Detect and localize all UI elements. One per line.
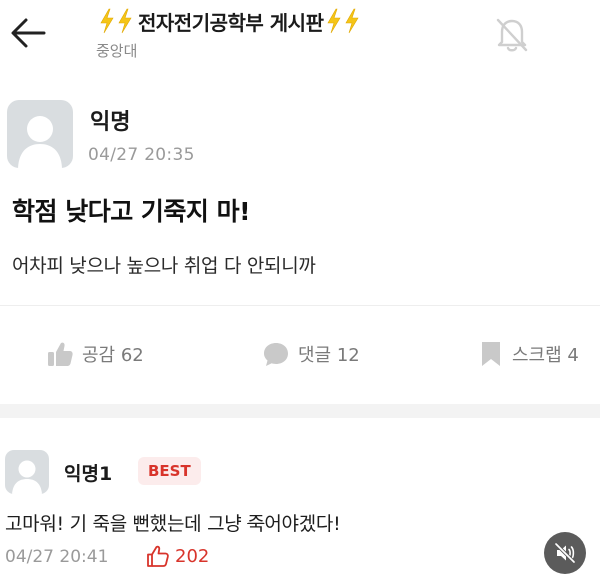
author-avatar[interactable]: [7, 100, 73, 168]
comment-text: 고마워! 기 죽을 뻔했는데 그냥: [5, 513, 248, 535]
comment-date: 04/27 20:41: [5, 547, 109, 567]
comment-count: 댓글 12: [298, 345, 360, 366]
notification-toggle-button[interactable]: [490, 12, 534, 56]
mute-toggle-button[interactable]: [544, 532, 586, 574]
comment-button[interactable]: 댓글 12: [262, 340, 360, 368]
scrap-button[interactable]: 스크랩 4: [478, 340, 579, 368]
post-body: 어차피 낮으나 높으나 취업 다 안되니까: [12, 255, 316, 277]
lightning-icon: [343, 8, 361, 34]
back-arrow-icon: [11, 18, 46, 48]
commenter-avatar[interactable]: [5, 450, 49, 494]
bookmark-icon: [482, 342, 500, 366]
mute-icon: [554, 542, 576, 564]
comment-struck-text: 죽: [247, 513, 265, 535]
divider: [0, 305, 600, 306]
default-avatar-icon: [12, 460, 42, 494]
comment-like-count: 202: [175, 545, 210, 567]
default-avatar-icon: [18, 116, 62, 168]
board-title-row: 전자전기공학부 게시판: [98, 6, 361, 36]
scrap-count: 스크랩 4: [512, 345, 579, 366]
thumbs-up-outline-icon: [147, 545, 169, 567]
board-subtitle: 중앙대: [96, 42, 138, 60]
bell-off-icon: [496, 18, 528, 52]
post-author: 익명: [90, 110, 131, 135]
like-count: 공감 62: [82, 345, 144, 366]
section-separator: [0, 404, 600, 418]
lightning-icon: [98, 8, 116, 34]
post-date: 04/27 20:35: [88, 145, 195, 165]
lightning-icon: [116, 8, 134, 34]
lightning-icon: [325, 8, 343, 34]
comment-author: 익명1: [64, 463, 113, 485]
best-badge: BEST: [138, 457, 201, 485]
like-button[interactable]: 공감 62: [46, 340, 144, 368]
comment-text-end: 어야겠다!: [264, 513, 341, 535]
comment-body: 고마워! 기 죽을 뻔했는데 그냥 죽어야겠다!: [5, 509, 341, 536]
back-button[interactable]: [8, 14, 50, 52]
comment-like-button[interactable]: 202: [146, 544, 209, 568]
thumbs-up-icon: [48, 342, 73, 366]
board-title: 전자전기공학부 게시판: [138, 10, 324, 35]
post-title: 학점 낮다고 기죽지 마!: [12, 197, 251, 226]
speech-bubble-icon: [264, 343, 288, 366]
